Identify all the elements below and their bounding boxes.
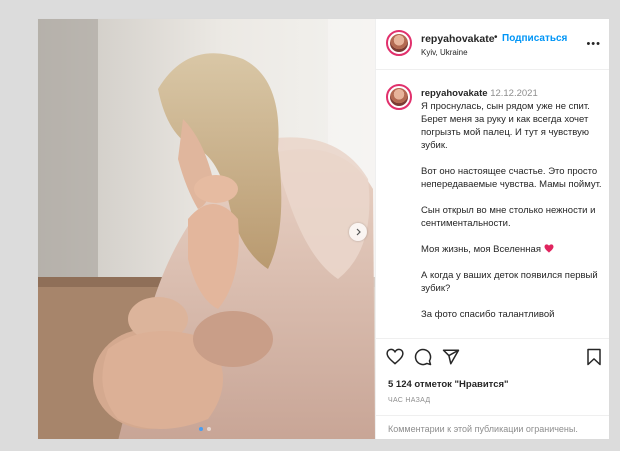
comment-icon[interactable]: [414, 348, 432, 366]
post-sidebar: repyahovakate • Подписаться Kyiv, Ukrain…: [375, 19, 609, 439]
separator-dot: •: [494, 32, 498, 43]
username-link[interactable]: repyahovakate: [421, 33, 495, 45]
chevron-right-icon: [356, 228, 361, 236]
comments-area: Комментарии к этой публикации ограничены…: [376, 415, 609, 439]
caption-paragraph: Я проснулась, сын рядом уже не спит. Бер…: [421, 101, 590, 151]
comments-disabled-text: Комментарии к этой публикации ограничены…: [388, 424, 578, 434]
caption-date: 12.12.2021: [490, 88, 538, 99]
caption-paragraph: Сын открыл во мне столько нежности и сен…: [421, 205, 596, 229]
post-timestamp[interactable]: ЧАС НАЗАД: [388, 397, 430, 404]
carousel-indicator: [199, 427, 211, 431]
caption-username[interactable]: repyahovakate: [421, 88, 488, 99]
follow-button[interactable]: Подписаться: [502, 33, 567, 44]
photo-illustration: [38, 19, 375, 439]
carousel-dot-active: [199, 427, 203, 431]
caption-paragraph: Моя жизнь, моя Вселенная: [421, 244, 541, 255]
caption-paragraph: Вот оно настоящее счастье. Это просто не…: [421, 166, 602, 190]
red-heart-emoji: [544, 244, 554, 253]
caption-area[interactable]: repyahovakate 12.12.2021 Я проснулась, с…: [376, 70, 609, 338]
likes-count[interactable]: 5 124 отметок "Нравится": [388, 379, 509, 390]
action-icons: [386, 348, 602, 366]
carousel-dot: [207, 427, 211, 431]
avatar[interactable]: [386, 30, 412, 56]
more-options-icon[interactable]: •••: [586, 38, 601, 50]
share-icon[interactable]: [442, 348, 460, 366]
post-header: repyahovakate • Подписаться Kyiv, Ukrain…: [376, 19, 609, 70]
post-actions: 5 124 отметок "Нравится" ЧАС НАЗАД Комме…: [376, 338, 609, 439]
bookmark-icon[interactable]: [586, 348, 602, 366]
heart-icon[interactable]: [386, 348, 404, 365]
caption-paragraph: А когда у ваших деток появился первый зу…: [421, 270, 598, 294]
caption-avatar[interactable]: [386, 84, 412, 110]
carousel-next-button[interactable]: [349, 223, 367, 241]
post-photo[interactable]: [38, 19, 375, 439]
post-card: repyahovakate • Подписаться Kyiv, Ukrain…: [37, 18, 610, 440]
caption-paragraph-with-emoji: Моя жизнь, моя Вселенная: [421, 243, 606, 256]
caption: repyahovakate 12.12.2021 Я проснулась, с…: [421, 87, 606, 334]
location-link[interactable]: Kyiv, Ukraine: [421, 48, 468, 57]
caption-paragraph: За фото спасибо талантливой: [421, 309, 555, 320]
